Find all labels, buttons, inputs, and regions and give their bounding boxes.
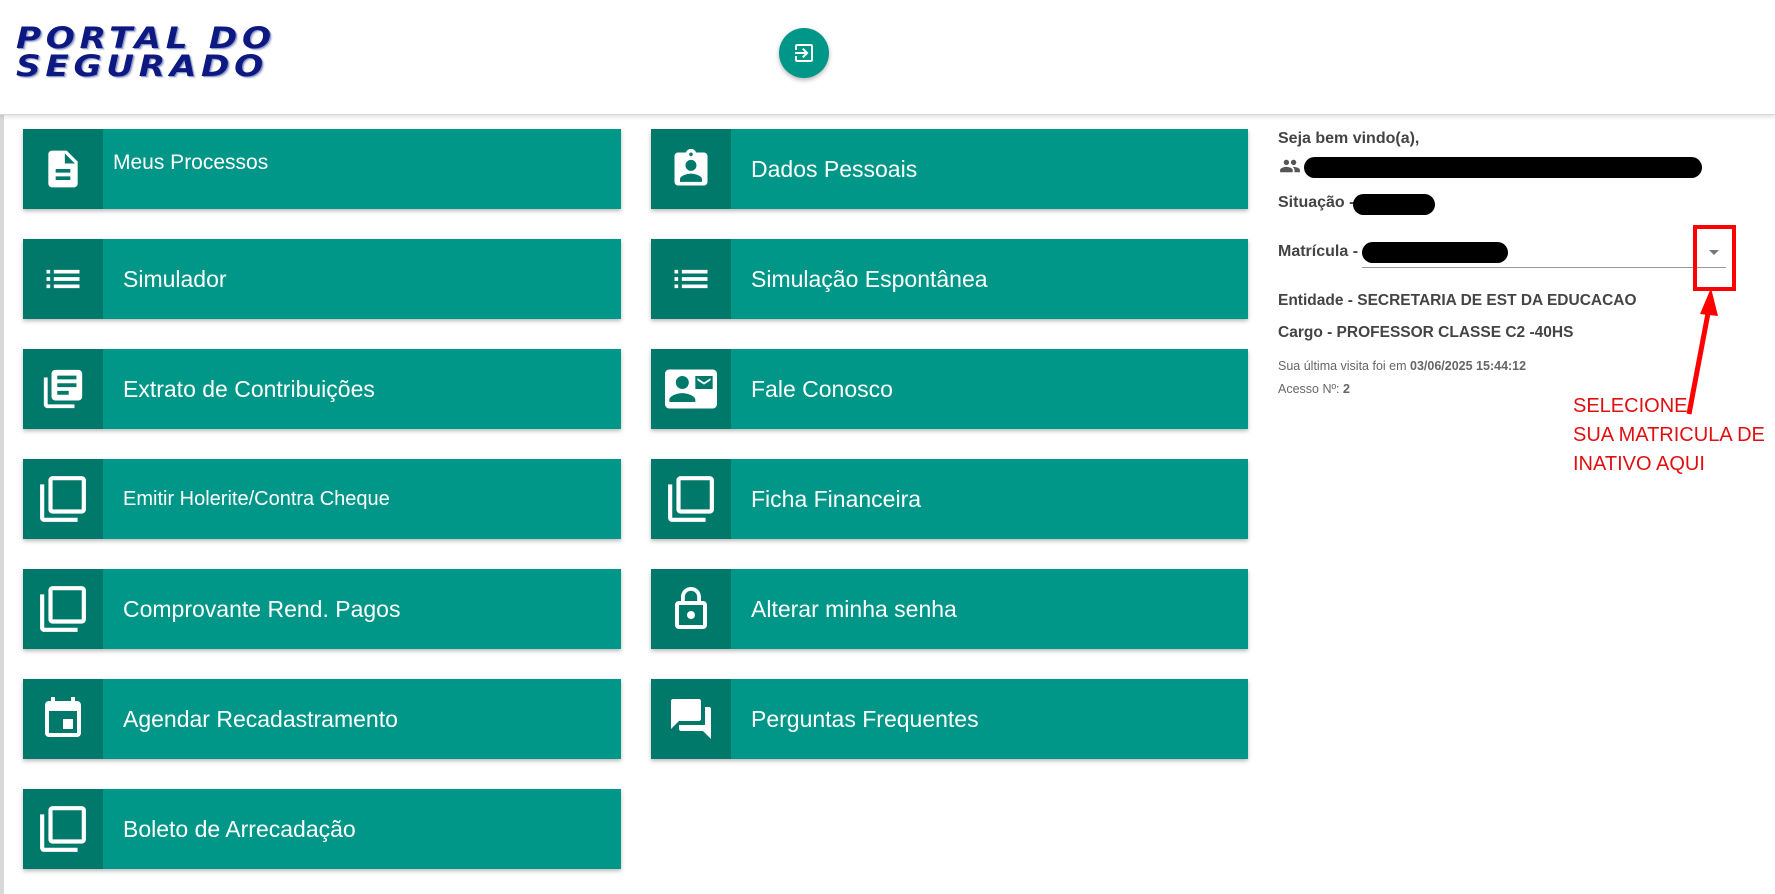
situacao-label: Situação - [1278, 194, 1355, 211]
tile-perguntas-frequentes[interactable]: Perguntas Frequentes [651, 679, 1248, 759]
tile-label: Dados Pessoais [751, 155, 918, 182]
last-visit-prefix: Sua última visita foi em [1278, 359, 1407, 373]
logo-line-2: SEGURADO [16, 49, 269, 83]
list-icon [46, 269, 80, 289]
select-underline [1362, 267, 1726, 268]
tile-simulador[interactable]: Simulador [23, 239, 621, 319]
tile-label: Extrato de Contribuições [123, 375, 375, 402]
tile-icon-box [23, 349, 103, 429]
header: PORTAL DO SEGURADO [0, 0, 1775, 115]
annotation-line-3: INATIVO AQUI [1573, 453, 1705, 475]
tile-extrato-contribuicoes[interactable]: Extrato de Contribuições [23, 349, 621, 429]
tile-boleto-arrecadacao[interactable]: Boleto de Arrecadação [23, 789, 621, 869]
tile-label: Emitir Holerite/Contra Cheque [123, 487, 390, 510]
access-value: 2 [1343, 382, 1350, 396]
user-name-row [1278, 156, 1702, 178]
tile-agendar-recadastramento[interactable]: Agendar Recadastramento [23, 679, 621, 759]
copy-icon [40, 476, 86, 522]
logo-line-1: PORTAL DO [16, 21, 276, 55]
copy-icon [40, 586, 86, 632]
people-icon [1280, 159, 1300, 173]
calendar-icon [45, 697, 81, 737]
copy-icon [40, 806, 86, 852]
matricula-select[interactable] [1362, 238, 1726, 268]
tile-ficha-financeira[interactable]: Ficha Financeira [651, 459, 1248, 539]
tile-fale-conosco[interactable]: Fale Conosco [651, 349, 1248, 429]
logout-button[interactable] [779, 28, 829, 78]
tile-icon-box [651, 459, 731, 539]
forum-icon [671, 699, 711, 739]
tile-icon-box [23, 459, 103, 539]
portal-logo[interactable]: PORTAL DO SEGURADO [16, 21, 276, 83]
tile-icon-box [23, 789, 103, 869]
annotation-line-1: SELECIONE [1573, 395, 1688, 417]
tile-emitir-holerite[interactable]: Emitir Holerite/Contra Cheque [23, 459, 621, 539]
tile-dados-pessoais[interactable]: Dados Pessoais [651, 129, 1248, 209]
tile-icon-box [23, 129, 103, 209]
tile-label: Ficha Financeira [751, 485, 922, 512]
tile-icon-box [651, 129, 731, 209]
list-icon [674, 269, 708, 289]
badge-icon [674, 148, 708, 186]
tile-icon-box [651, 679, 731, 759]
redacted-user-name [1304, 157, 1702, 178]
redacted-matricula [1362, 242, 1508, 263]
tile-label: Meus Processos [113, 151, 269, 174]
tile-meus-processos[interactable]: Meus Processos [23, 129, 621, 209]
matricula-label: Matrícula - [1278, 243, 1359, 260]
logout-icon [795, 44, 813, 62]
tile-icon-box [23, 239, 103, 319]
tile-label: Agendar Recadastramento [123, 705, 398, 732]
cargo-text: Cargo - PROFESSOR CLASSE C2 -40HS [1278, 324, 1574, 341]
tile-alterar-senha[interactable]: Alterar minha senha [651, 569, 1248, 649]
tile-label: Simulação Espontânea [751, 265, 988, 292]
annotation-line-2: SUA MATRICULA DE [1573, 424, 1765, 446]
tile-simulacao-espontanea[interactable]: Simulação Espontânea [651, 239, 1248, 319]
tile-comprovante-rend-pagos[interactable]: Comprovante Rend. Pagos [23, 569, 621, 649]
tile-label: Simulador [123, 265, 227, 292]
copy-icon [668, 476, 714, 522]
access-count-text: Acesso Nº: 2 [1278, 382, 1350, 396]
tile-label: Perguntas Frequentes [751, 705, 979, 732]
contact-mail-icon [665, 369, 717, 409]
document-icon [48, 150, 78, 188]
left-edge [0, 0, 4, 894]
redacted-situacao [1353, 194, 1435, 215]
tile-icon-box [23, 569, 103, 649]
tile-icon-box [651, 569, 731, 649]
annotation-text: SELECIONE SUA MATRICULA DE INATIVO AQUI [1573, 392, 1765, 479]
welcome-text: Seja bem vindo(a), [1278, 130, 1420, 147]
tile-label: Alterar minha senha [751, 595, 957, 622]
tile-label: Comprovante Rend. Pagos [123, 595, 401, 622]
lock-icon [675, 587, 707, 629]
tile-icon-box [651, 239, 731, 319]
last-visit-text: Sua última visita foi em 03/06/2025 15:4… [1278, 359, 1526, 373]
tile-label: Boleto de Arrecadação [123, 815, 356, 842]
tile-label: Fale Conosco [751, 375, 893, 402]
library-books-icon [43, 369, 83, 409]
tile-icon-box [23, 679, 103, 759]
annotation-highlight-box [1693, 225, 1736, 291]
last-visit-value: 03/06/2025 15:44:12 [1410, 359, 1527, 373]
entidade-text: Entidade - SECRETARIA DE EST DA EDUCACAO [1278, 292, 1637, 309]
access-prefix: Acesso Nº: [1278, 382, 1340, 396]
tile-icon-box [651, 349, 731, 429]
